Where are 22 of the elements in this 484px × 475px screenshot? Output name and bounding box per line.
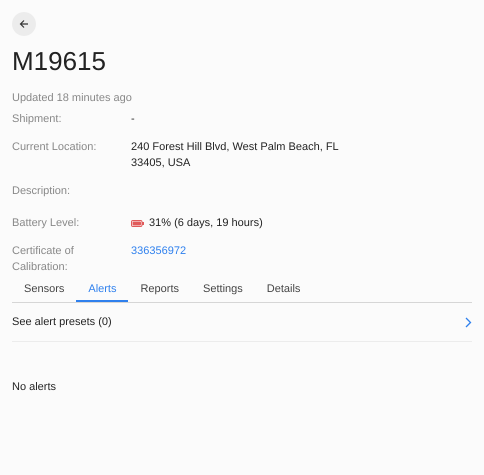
updated-text: Updated 18 minutes ago	[12, 91, 133, 106]
tab[interactable]: Settings	[191, 277, 255, 302]
back-arrow-icon	[19, 19, 29, 29]
empty-message: No alerts	[12, 380, 58, 395]
field-value: 31% (6 days, 19 hours)	[149, 216, 263, 231]
tab[interactable]: Alerts	[76, 277, 128, 302]
field-label: Shipment:	[12, 112, 63, 127]
chevron-right-icon	[465, 316, 472, 328]
field-value: 240 Forest Hill Blvd, West Palm Beach, FL 33405, USA	[131, 140, 340, 171]
certificate-link[interactable]: 336356972	[131, 243, 186, 259]
battery-icon	[131, 220, 144, 226]
field-label: Current Location:	[12, 140, 98, 155]
field-label: Description:	[12, 184, 72, 199]
tab[interactable]: Details	[254, 277, 312, 302]
field-label: Battery Level:	[12, 216, 80, 231]
tab[interactable]: Sensors	[12, 277, 76, 302]
alert-presets-row[interactable]: See alert presets (0)	[12, 303, 472, 342]
device-title: M19615	[12, 45, 107, 77]
field-label: Certificate of Calibration:	[12, 244, 75, 275]
back-button[interactable]	[12, 12, 36, 36]
tab[interactable]: Reports	[128, 277, 192, 302]
field-value: -	[131, 112, 136, 127]
